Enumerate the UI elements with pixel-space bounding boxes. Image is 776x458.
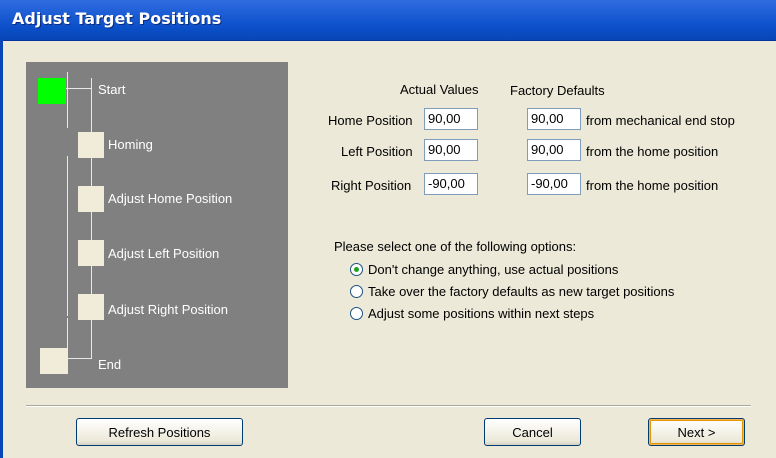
option-factory-defaults[interactable]: Take over the factory defaults as new ta… [350, 284, 674, 299]
step-connector [66, 88, 92, 89]
option-keep-actual-label: Don't change anything, use actual positi… [368, 262, 619, 277]
home-actual-field[interactable]: 90,00 [424, 108, 478, 130]
step-connector [67, 156, 68, 316]
title-bar: Adjust Target Positions [0, 0, 776, 41]
cancel-button[interactable]: Cancel [484, 418, 581, 446]
step-label-end: End [98, 357, 122, 372]
radio-selected-icon[interactable] [350, 263, 363, 276]
step-marker-end [40, 348, 68, 374]
step-label-adjust-home: Adjust Home Position [108, 191, 233, 206]
step-label-homing: Homing [108, 137, 153, 152]
home-note: from mechanical end stop [586, 113, 735, 128]
actual-values-header: Actual Values [400, 82, 479, 97]
step-marker-start [38, 78, 66, 104]
step-label-start: Start [98, 82, 126, 97]
step-marker-adjust-home [78, 186, 104, 212]
option-adjust-steps-label: Adjust some positions within next steps [368, 306, 595, 321]
step-marker-adjust-right [78, 294, 104, 320]
radio-icon[interactable] [350, 285, 363, 298]
option-adjust-steps[interactable]: Adjust some positions within next steps [350, 306, 594, 321]
right-factory-field[interactable]: -90,00 [527, 173, 581, 195]
separator [26, 405, 751, 407]
refresh-positions-button[interactable]: Refresh Positions [76, 418, 243, 446]
home-position-label: Home Position [328, 113, 413, 128]
factory-defaults-header: Factory Defaults [510, 83, 605, 98]
left-position-label: Left Position [341, 144, 413, 159]
radio-icon[interactable] [350, 307, 363, 320]
left-actual-field[interactable]: 90,00 [424, 139, 478, 161]
step-label-adjust-left: Adjust Left Position [108, 246, 220, 261]
option-factory-defaults-label: Take over the factory defaults as new ta… [368, 284, 675, 299]
step-diagram: Start Homing Adjust Home Position Adjust… [26, 62, 288, 388]
step-connector [68, 358, 92, 359]
step-marker-homing [78, 132, 104, 158]
right-actual-field[interactable]: -90,00 [424, 173, 478, 195]
next-button[interactable]: Next > [648, 418, 745, 446]
right-position-label: Right Position [331, 178, 412, 193]
home-factory-field[interactable]: 90,00 [527, 108, 581, 130]
step-label-adjust-right: Adjust Right Position [108, 302, 228, 317]
window-frame-edge [0, 40, 3, 458]
left-factory-field[interactable]: 90,00 [527, 139, 581, 161]
step-marker-adjust-left [78, 240, 104, 266]
window-title: Adjust Target Positions [12, 9, 222, 28]
right-note: from the home position [586, 178, 719, 193]
option-keep-actual[interactable]: Don't change anything, use actual positi… [350, 262, 618, 277]
step-connector [67, 72, 68, 128]
left-note: from the home position [586, 144, 719, 159]
options-prompt: Please select one of the following optio… [334, 239, 577, 254]
